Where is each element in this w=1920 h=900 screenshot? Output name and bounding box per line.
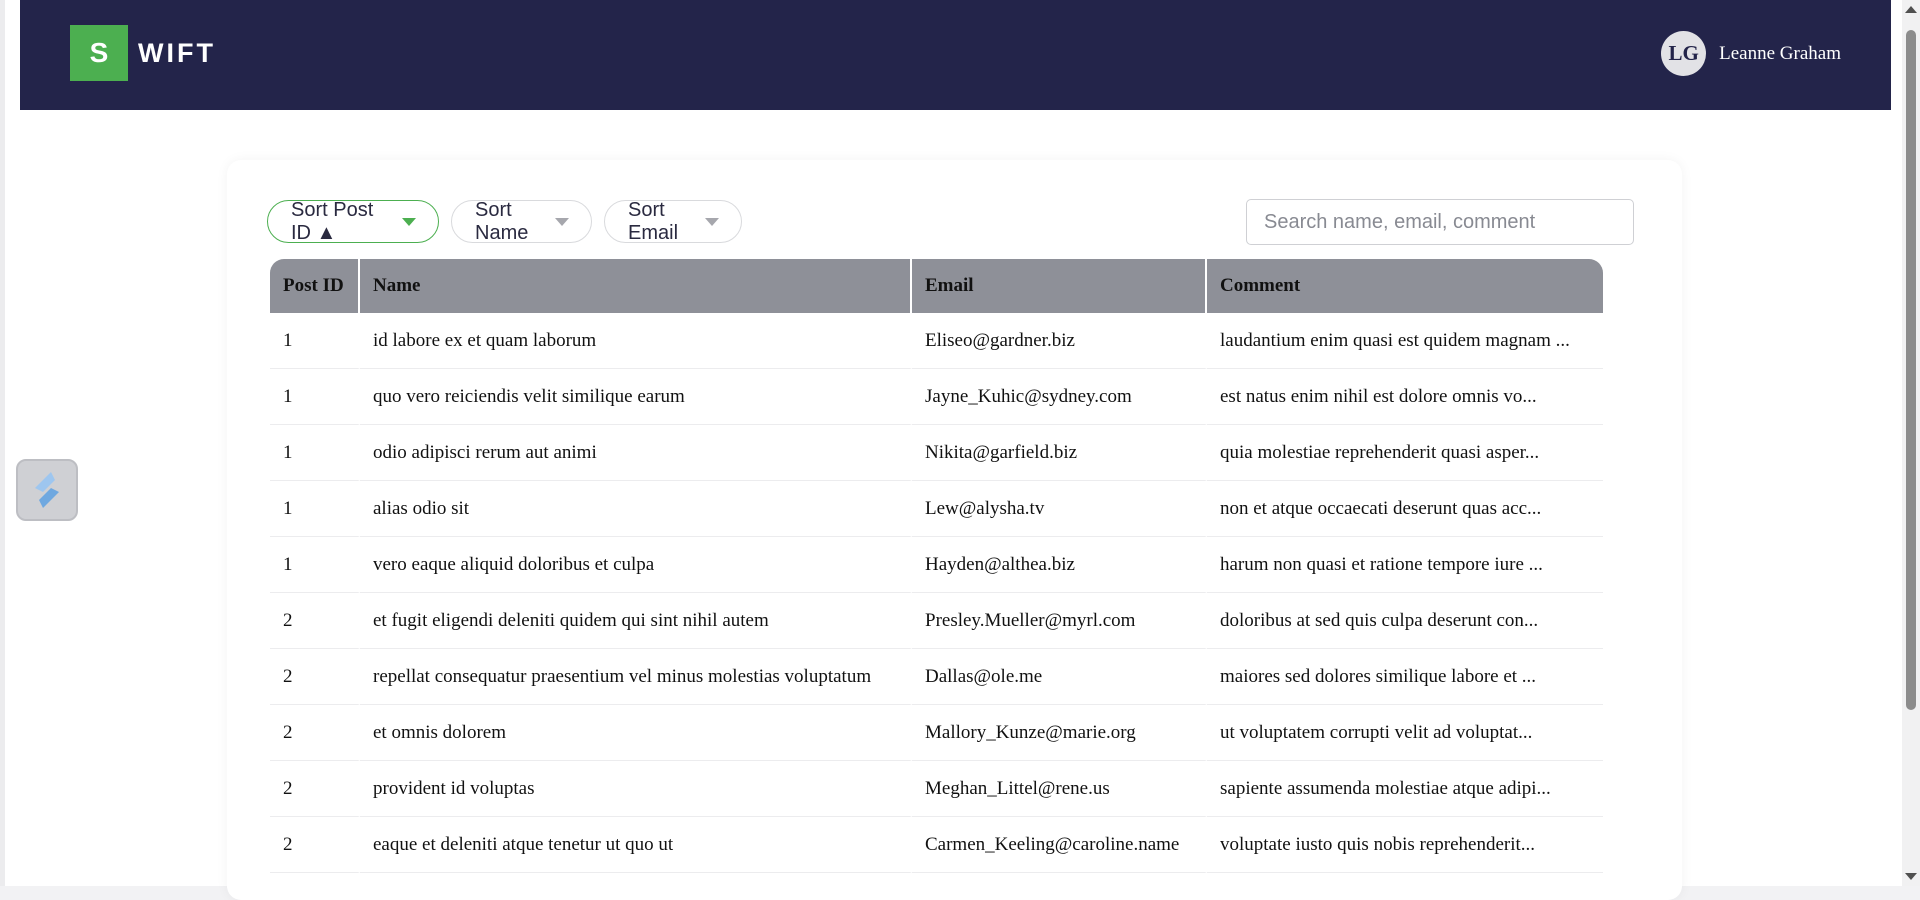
toolbar: Sort Post ID ▲ Sort Name Sort Email [267, 198, 1647, 245]
cell-comment: laudantium enim quasi est quidem magnam … [1207, 313, 1603, 369]
sort-post-id-button[interactable]: Sort Post ID ▲ [267, 198, 439, 244]
sort-name-button[interactable]: Sort Name [451, 198, 592, 244]
table-row[interactable]: 2 et fugit eligendi deleniti quidem qui … [270, 593, 1603, 649]
cell-comment: harum non quasi et ratione tempore iure … [1207, 537, 1603, 593]
cell-email: Lew@alysha.tv [912, 481, 1207, 537]
cell-post-id: 2 [270, 761, 360, 817]
sort-email-label: Sort Email [628, 198, 679, 244]
top-header: S WIFT LG Leanne Graham [20, 0, 1891, 110]
cell-email: Hayden@althea.biz [912, 537, 1207, 593]
scroll-up-icon[interactable] [1905, 6, 1917, 13]
cell-post-id: 1 [270, 369, 360, 425]
cell-comment: maiores sed dolores similique labore et … [1207, 649, 1603, 705]
table-row[interactable]: 1 alias odio sit Lew@alysha.tv non et at… [270, 481, 1603, 537]
table-row[interactable]: 1 quo vero reiciendis velit similique ea… [270, 369, 1603, 425]
cell-email: Presley.Mueller@myrl.com [912, 593, 1207, 649]
cell-email: Meghan_Littel@rene.us [912, 761, 1207, 817]
chevron-down-icon [402, 217, 416, 226]
table-row[interactable]: 2 et omnis dolorem Mallory_Kunze@marie.o… [270, 705, 1603, 761]
cell-comment: quia molestiae reprehenderit quasi asper… [1207, 425, 1603, 481]
cell-comment: doloribus at sed quis culpa deserunt con… [1207, 593, 1603, 649]
cell-name: quo vero reiciendis velit similique earu… [360, 369, 912, 425]
cell-post-id: 1 [270, 537, 360, 593]
cell-email: Carmen_Keeling@caroline.name [912, 817, 1207, 873]
scrollbar-thumb[interactable] [1906, 30, 1916, 710]
chevron-down-icon [555, 217, 569, 226]
cell-name: et fugit eligendi deleniti quidem qui si… [360, 593, 912, 649]
cell-comment: voluptate iusto quis nobis reprehenderit… [1207, 817, 1603, 873]
comments-card: Sort Post ID ▲ Sort Name Sort Email Post… [227, 160, 1682, 900]
cell-name: vero eaque aliquid doloribus et culpa [360, 537, 912, 593]
cell-post-id: 1 [270, 313, 360, 369]
cell-name: alias odio sit [360, 481, 912, 537]
avatar: LG [1661, 31, 1707, 76]
table-row[interactable]: 2 provident id voluptas Meghan_Littel@re… [270, 761, 1603, 817]
scroll-down-icon[interactable] [1905, 873, 1917, 880]
cell-email: Nikita@garfield.biz [912, 425, 1207, 481]
cell-comment: est natus enim nihil est dolore omnis vo… [1207, 369, 1603, 425]
cell-email: Dallas@ole.me [912, 649, 1207, 705]
table-row[interactable]: 2 eaque et deleniti atque tenetur ut quo… [270, 817, 1603, 873]
swift-logo-icon [35, 472, 59, 508]
table-row[interactable]: 1 odio adipisci rerum aut animi Nikita@g… [270, 425, 1603, 481]
cell-post-id: 2 [270, 593, 360, 649]
cell-comment: ut voluptatem corrupti velit ad voluptat… [1207, 705, 1603, 761]
cell-post-id: 1 [270, 481, 360, 537]
column-header-name[interactable]: Name [360, 259, 912, 313]
user-menu[interactable]: LG Leanne Graham [1661, 31, 1841, 76]
page: S WIFT LG Leanne Graham Sort Post ID ▲ S… [0, 0, 1920, 900]
sort-email-button[interactable]: Sort Email [604, 198, 742, 244]
search-input[interactable] [1246, 199, 1634, 245]
table-row[interactable]: 2 repellat consequatur praesentium vel m… [270, 649, 1603, 705]
cell-name: provident id voluptas [360, 761, 912, 817]
comments-table: Post ID Name Email Comment 1 id labore e… [270, 259, 1603, 873]
cell-comment: non et atque occaecati deserunt quas acc… [1207, 481, 1603, 537]
cell-post-id: 2 [270, 705, 360, 761]
cell-email: Jayne_Kuhic@sydney.com [912, 369, 1207, 425]
table-row[interactable]: 1 vero eaque aliquid doloribus et culpa … [270, 537, 1603, 593]
cell-name: id labore ex et quam laborum [360, 313, 912, 369]
logo-text: WIFT [138, 37, 216, 68]
cell-post-id: 2 [270, 649, 360, 705]
chevron-down-icon [705, 217, 719, 226]
column-header-comment[interactable]: Comment [1207, 259, 1603, 313]
cell-post-id: 2 [270, 817, 360, 873]
app-logo[interactable]: S WIFT [70, 25, 216, 81]
page-scrollbar[interactable] [1902, 0, 1920, 886]
floating-action-button[interactable] [16, 459, 78, 521]
user-name: Leanne Graham [1719, 42, 1841, 64]
column-header-post-id[interactable]: Post ID [270, 259, 360, 313]
cell-name: et omnis dolorem [360, 705, 912, 761]
table-row[interactable]: 1 id labore ex et quam laborum Eliseo@ga… [270, 313, 1603, 369]
sort-post-id-label: Sort Post ID ▲ [291, 198, 374, 244]
cell-email: Eliseo@gardner.biz [912, 313, 1207, 369]
cell-name: repellat consequatur praesentium vel min… [360, 649, 912, 705]
cell-email: Mallory_Kunze@marie.org [912, 705, 1207, 761]
cell-post-id: 1 [270, 425, 360, 481]
column-header-email[interactable]: Email [912, 259, 1207, 313]
sort-name-label: Sort Name [475, 198, 529, 244]
cell-comment: sapiente assumenda molestiae atque adipi… [1207, 761, 1603, 817]
table-header-row: Post ID Name Email Comment [270, 259, 1603, 313]
logo-mark: S [70, 25, 128, 81]
cell-name: eaque et deleniti atque tenetur ut quo u… [360, 817, 912, 873]
cell-name: odio adipisci rerum aut animi [360, 425, 912, 481]
